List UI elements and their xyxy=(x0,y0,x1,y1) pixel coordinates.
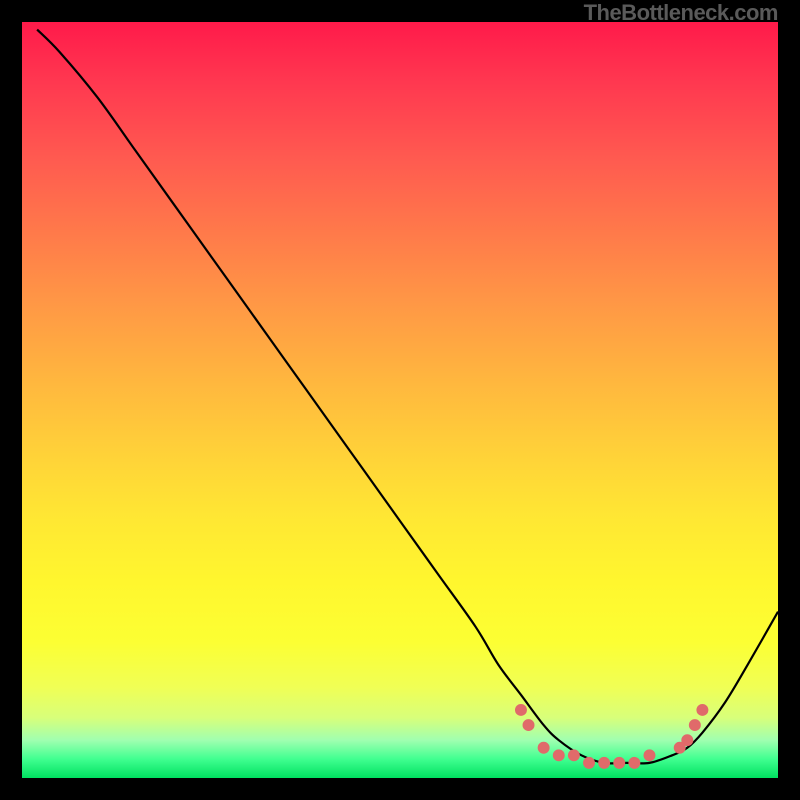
chart-plot-area xyxy=(20,20,780,780)
curve-marker xyxy=(628,757,640,769)
curve-marker xyxy=(696,704,708,716)
chart-svg xyxy=(22,22,778,778)
curve-marker xyxy=(681,734,693,746)
curve-marker xyxy=(613,757,625,769)
bottleneck-curve xyxy=(37,30,778,764)
curve-markers xyxy=(515,704,708,769)
curve-marker xyxy=(515,704,527,716)
watermark-text: TheBottleneck.com xyxy=(584,0,778,26)
curve-marker xyxy=(583,757,595,769)
curve-marker xyxy=(538,742,550,754)
curve-marker xyxy=(523,719,535,731)
curve-marker xyxy=(553,749,565,761)
curve-marker xyxy=(644,749,656,761)
curve-marker xyxy=(689,719,701,731)
curve-marker xyxy=(568,749,580,761)
curve-marker xyxy=(598,757,610,769)
